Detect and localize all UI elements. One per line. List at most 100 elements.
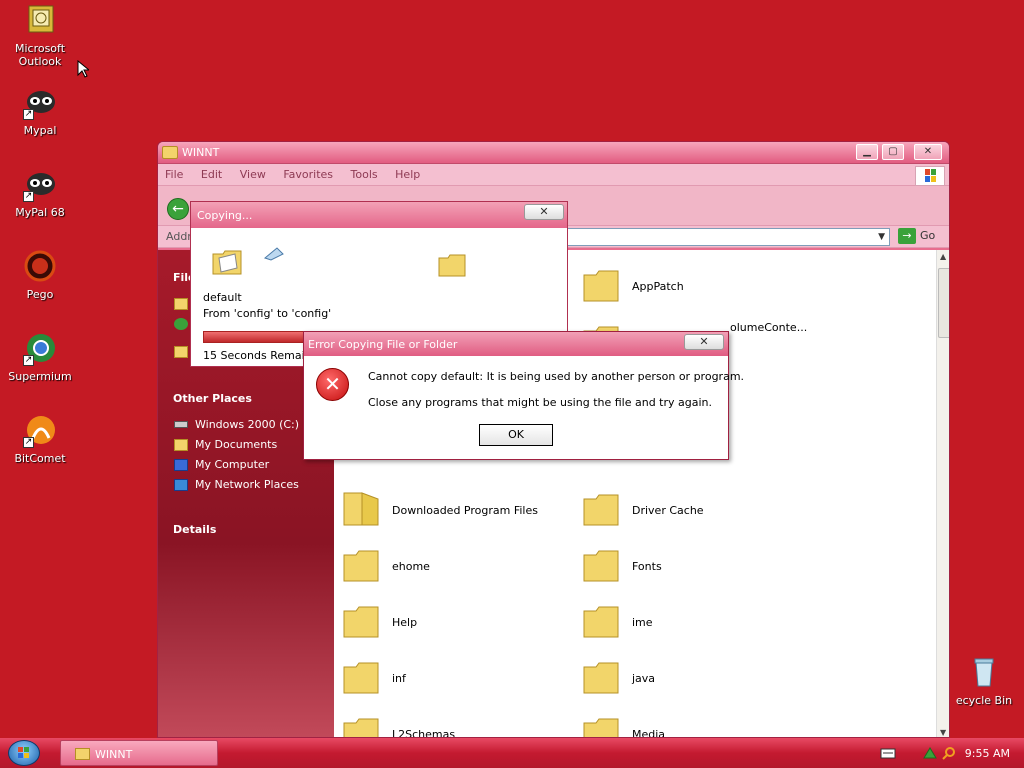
- folder-item[interactable]: inf: [342, 657, 580, 707]
- folder-icon: [583, 494, 619, 526]
- go-button[interactable]: → Go: [898, 228, 946, 246]
- start-button[interactable]: [8, 740, 40, 766]
- folder-item[interactable]: ehome: [342, 545, 580, 595]
- folder-name: Help: [392, 616, 418, 629]
- folder-item[interactable]: java: [582, 657, 820, 707]
- desktop-icon-recycle-bin[interactable]: ecycle Bin: [944, 656, 1024, 707]
- minimize-button[interactable]: ▁: [856, 144, 878, 160]
- system-tray: 9:55 AM: [872, 738, 1024, 768]
- folder-name: ime: [632, 616, 653, 629]
- globe-icon: [174, 318, 188, 330]
- folder-item[interactable]: Media: [582, 713, 820, 738]
- keyboard-icon[interactable]: [880, 747, 896, 759]
- folder-icon: [343, 662, 379, 694]
- folder-name: inf: [392, 672, 406, 685]
- folder-item[interactable]: Help: [342, 601, 580, 651]
- desktop-icon-label: MyPal 68: [15, 206, 65, 219]
- details-heading[interactable]: Details: [173, 523, 216, 536]
- folder-item[interactable]: Driver Cache: [582, 489, 820, 539]
- desktop-icon-outlook[interactable]: Microsoft Outlook: [0, 4, 80, 68]
- folder-name: java: [632, 672, 656, 685]
- scrollbar-thumb[interactable]: [938, 268, 949, 338]
- menu-view[interactable]: View: [233, 164, 273, 185]
- folder-icon: [583, 606, 619, 638]
- mypal-icon: ↗: [23, 86, 57, 120]
- mouse-cursor-icon: [77, 60, 89, 78]
- copy-progress-bar: [203, 331, 308, 343]
- pego-icon: [23, 250, 57, 284]
- search-icon[interactable]: [942, 746, 956, 760]
- folder-item[interactable]: Fonts: [582, 545, 820, 595]
- folder-icon: [583, 662, 619, 694]
- folder-icon: [343, 606, 379, 638]
- folder-item[interactable]: AppPatch: [582, 265, 820, 315]
- desktop-icon-mypal-68[interactable]: ↗ MyPal 68: [0, 168, 80, 219]
- desktop-icon-label: Microsoft Outlook: [14, 42, 66, 68]
- link-my-documents[interactable]: My Documents: [195, 438, 277, 451]
- recycle-bin-icon: [967, 656, 1001, 690]
- folder-item[interactable]: Downloaded Program Files: [342, 489, 580, 539]
- desktop-icon-bitcomet[interactable]: ↗ BitComet: [0, 414, 80, 465]
- go-label: Go: [920, 229, 936, 242]
- menu-bar: File Edit View Favorites Tools Help: [158, 164, 949, 186]
- my-documents-icon: [174, 439, 188, 451]
- address-label: Addr: [166, 230, 192, 243]
- back-button[interactable]: ←: [167, 198, 189, 220]
- chevron-down-icon[interactable]: ▼: [878, 232, 885, 242]
- ok-button[interactable]: OK: [479, 424, 553, 446]
- drive-icon: [174, 421, 188, 428]
- link-my-network-places[interactable]: My Network Places: [195, 478, 299, 491]
- folder-item[interactable]: L2Schemas: [342, 713, 580, 737]
- menu-edit[interactable]: Edit: [194, 164, 229, 185]
- folder-name: Downloaded Program Files: [392, 504, 538, 517]
- vertical-scrollbar[interactable]: ▲ ▼: [936, 250, 949, 737]
- mypal-icon: ↗: [23, 168, 57, 202]
- close-button[interactable]: ✕: [524, 204, 564, 220]
- desktop-icon-supermium[interactable]: ↗ Supermium: [0, 332, 80, 383]
- outlook-icon: [23, 4, 57, 38]
- taskbar: WINNT 9:55 AM: [0, 738, 1024, 768]
- menu-tools[interactable]: Tools: [344, 164, 385, 185]
- taskbar-item-winnt[interactable]: WINNT: [60, 740, 218, 766]
- network-icon[interactable]: [922, 746, 938, 760]
- source-folder-icon: [212, 250, 242, 275]
- folder-icon: [343, 492, 379, 526]
- link-my-computer[interactable]: My Computer: [195, 458, 269, 471]
- bitcomet-icon: ↗: [23, 414, 57, 448]
- windows-logo-icon: [915, 166, 945, 186]
- other-places-heading[interactable]: Other Places: [173, 392, 252, 405]
- folder-icon: [583, 718, 619, 737]
- copy-from-to: From 'config' to 'config': [203, 307, 332, 320]
- desktop-icon-mypal[interactable]: ↗ Mypal: [0, 86, 80, 137]
- folder-name: olumeConte...: [730, 321, 808, 334]
- scroll-up-icon[interactable]: ▲: [940, 252, 946, 261]
- scroll-down-icon[interactable]: ▼: [940, 728, 946, 737]
- windows-logo-icon: [18, 747, 29, 758]
- maximize-button[interactable]: ▢: [882, 144, 904, 160]
- error-dialog[interactable]: Error Copying File or Folder ✕ ✕ Cannot …: [303, 331, 744, 460]
- desktop-icon-label: Mypal: [23, 124, 57, 137]
- shortcut-arrow-icon: ↗: [23, 109, 34, 120]
- desktop-icon-label: Pego: [26, 288, 54, 301]
- menu-favorites[interactable]: Favorites: [276, 164, 340, 185]
- link-windows-2000[interactable]: Windows 2000 (C:): [195, 418, 299, 431]
- folder-name: Media: [632, 728, 666, 738]
- copying-dialog-title-bar[interactable]: Copying... ✕: [191, 202, 567, 228]
- explorer-title-bar[interactable]: WINNT ▁ ▢ ✕: [158, 142, 949, 164]
- menu-help[interactable]: Help: [388, 164, 427, 185]
- menu-file[interactable]: File: [158, 164, 190, 185]
- folder-icon: [343, 550, 379, 582]
- desktop-icon-pego[interactable]: Pego: [0, 250, 80, 301]
- desktop-icon-label: BitComet: [14, 452, 66, 465]
- error-dialog-title-bar[interactable]: Error Copying File or Folder ✕: [304, 332, 728, 356]
- flying-paper-icon: [263, 247, 284, 261]
- desktop-icon-label: Supermium: [8, 370, 72, 383]
- close-button[interactable]: ✕: [914, 144, 942, 160]
- taskbar-clock[interactable]: 9:55 AM: [965, 747, 1010, 760]
- folder-icon: [583, 270, 619, 302]
- close-button[interactable]: ✕: [684, 334, 724, 350]
- folder-icon: [583, 550, 619, 582]
- error-icon: ✕: [316, 368, 349, 401]
- window-title: WINNT: [182, 146, 220, 159]
- folder-item[interactable]: ime: [582, 601, 820, 651]
